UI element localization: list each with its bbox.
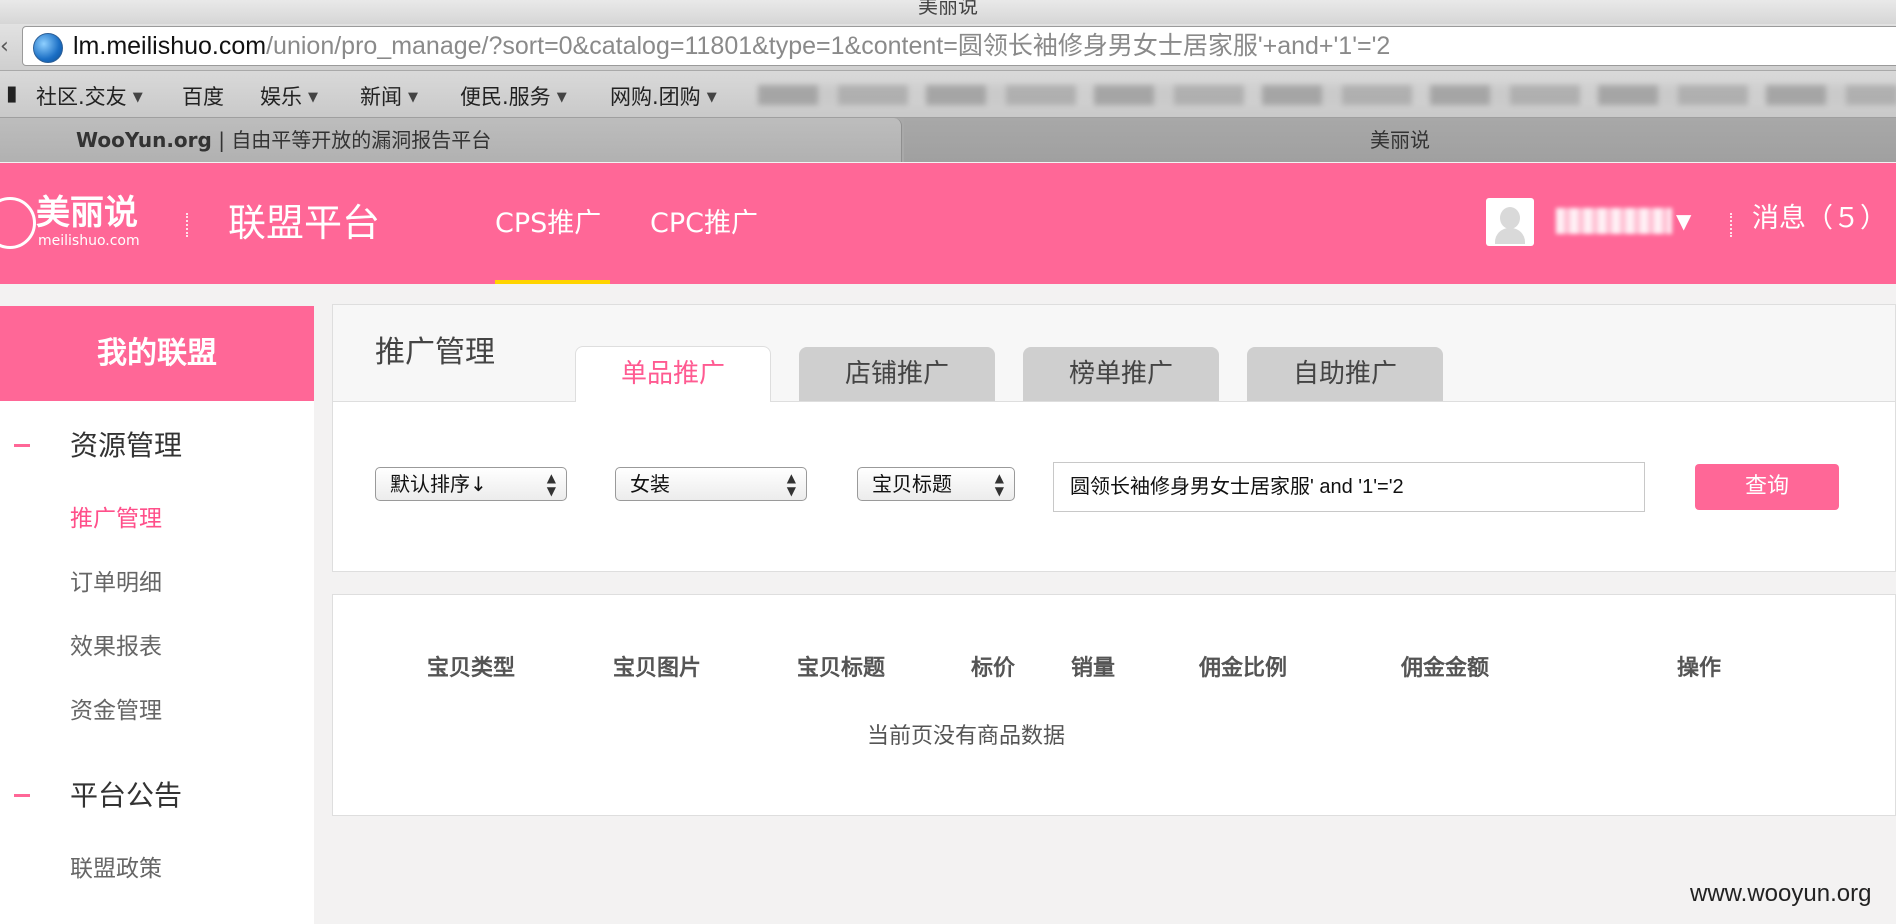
bookmark-news[interactable]: 新闻 ▼	[360, 81, 418, 111]
url-text[interactable]: lm.meilishuo.com/union/pro_manage/?sort=…	[73, 31, 1390, 61]
address-bar[interactable]: lm.meilishuo.com/union/pro_manage/?sort=…	[22, 26, 1896, 66]
user-menu-caret-icon[interactable]: ▼	[1676, 209, 1691, 233]
select-arrows-icon: ▲ ▼	[994, 471, 1004, 498]
bookmark-label: 百度	[182, 85, 224, 109]
sidebar-item-funds[interactable]: 资金管理	[70, 696, 162, 726]
field-select[interactable]: 宝贝标题 ▲ ▼	[857, 467, 1015, 501]
select-arrows-icon: ▲ ▼	[786, 471, 796, 498]
column-header: 操作	[1677, 656, 1722, 681]
tab-self-service[interactable]: 自助推广	[1247, 347, 1443, 401]
avatar[interactable]	[1486, 198, 1534, 246]
browser-tab-meilishuo[interactable]: 美丽说	[904, 118, 1896, 162]
logo-domain: meilishuo.com	[38, 233, 140, 249]
flower-logo-icon	[0, 197, 36, 249]
bookmarks-bar: ▮ 社区.交友 ▼ 百度 娱乐 ▼ 新闻 ▼ 便民.服务 ▼ 网购.团购 ▼	[0, 71, 1896, 118]
tab-single-item[interactable]: 单品推广	[575, 346, 771, 402]
category-select-value: 女装	[630, 472, 670, 496]
sidebar-item-promotion[interactable]: 推广管理	[70, 504, 162, 534]
messages-link[interactable]: 消息（５）	[1752, 201, 1887, 237]
column-header: 佣金比例	[1199, 656, 1288, 681]
bookmark-label: 社区.交友	[36, 85, 127, 109]
nav-active-indicator	[495, 280, 610, 284]
column-header: 标价	[971, 656, 1016, 681]
collapse-icon	[14, 794, 30, 797]
logo-text: 美丽说	[36, 193, 138, 233]
window-title: 美丽说	[0, 0, 1896, 24]
sidebar-item-orders[interactable]: 订单明细	[70, 568, 162, 598]
column-header: 宝贝标题	[797, 656, 886, 681]
sidebar-item-policy[interactable]: 联盟政策	[70, 854, 162, 884]
search-input[interactable]: 圆领长袖修身男女士居家服' and '1'='2	[1053, 462, 1645, 512]
column-header: 宝贝类型	[427, 656, 516, 681]
avatar-body	[1495, 228, 1525, 244]
logo[interactable]: 美丽说 meilishuo.com	[0, 193, 150, 253]
tab-desc: 自由平等开放的漏洞报告平台	[231, 128, 492, 152]
sidebar-group-announcements[interactable]: 平台公告	[0, 776, 314, 816]
chevron-down-icon: ▼	[132, 90, 143, 105]
column-header: 宝贝图片	[613, 656, 702, 681]
sidebar: 我的联盟 资源管理 推广管理 订单明细 效果报表 资金管理 平台公告 联盟政策	[0, 306, 314, 924]
sort-select[interactable]: 默认排序↓ ▲ ▼	[375, 467, 567, 501]
bookmark-entertainment[interactable]: 娱乐 ▼	[260, 81, 318, 111]
chevron-down-icon: ▼	[706, 90, 717, 105]
chevron-down-icon: ▼	[308, 90, 318, 105]
watermark: www.wooyun.org	[1690, 880, 1872, 907]
username-blurred[interactable]	[1556, 208, 1672, 234]
results-table: 宝贝类型 宝贝图片 宝贝标题 标价 销量 佣金比例 佣金金额 操作 当前页没有商…	[332, 594, 1896, 816]
bookmark-edge-icon: ▮	[6, 81, 18, 105]
select-arrows-icon: ▲ ▼	[546, 471, 556, 498]
tab-ranking[interactable]: 榜单推广	[1023, 347, 1219, 401]
collapse-icon	[14, 444, 30, 447]
empty-state-message: 当前页没有商品数据	[867, 724, 1066, 749]
column-header: 销量	[1071, 656, 1116, 681]
page-title: 推广管理	[375, 335, 495, 370]
bookmark-label: 网购.团购	[610, 85, 701, 109]
globe-icon	[33, 33, 63, 63]
promotion-panel: 推广管理 单品推广 店铺推广 榜单推广 自助推广 默认排序↓ ▲ ▼ 女装 ▲ ▼ …	[332, 304, 1896, 572]
bookmark-label: 新闻	[360, 85, 402, 109]
tab-divider: |	[211, 128, 232, 152]
chevron-down-icon: ▼	[556, 90, 567, 105]
sort-select-value: 默认排序↓	[390, 472, 487, 496]
sidebar-group-resources[interactable]: 资源管理	[0, 426, 314, 466]
blurred-bookmarks	[758, 85, 1896, 105]
tab-shop[interactable]: 店铺推广	[799, 347, 995, 401]
header-divider	[186, 213, 190, 237]
url-host: lm.meilishuo.com	[73, 32, 267, 60]
sidebar-item-reports[interactable]: 效果报表	[70, 632, 162, 662]
bookmark-label: 娱乐	[260, 85, 302, 109]
bookmark-social[interactable]: 社区.交友 ▼	[36, 81, 143, 111]
avatar-head	[1500, 207, 1520, 229]
bookmark-label: 便民.服务	[460, 85, 551, 109]
tab-site: WooYun.org	[76, 128, 212, 152]
category-select[interactable]: 女装 ▲ ▼	[615, 467, 807, 501]
field-select-value: 宝贝标题	[872, 472, 952, 496]
browser-tab-wooyun[interactable]: WooYun.org | 自由平等开放的漏洞报告平台	[0, 118, 902, 162]
nav-cpc[interactable]: CPC推广	[650, 207, 758, 241]
site-header: 美丽说 meilishuo.com 联盟平台 CPS推广 CPC推广 ▼ 消息（…	[0, 163, 1896, 284]
chevron-down-icon: ▼	[408, 90, 418, 105]
back-arrow-icon[interactable]: ‹	[0, 32, 14, 62]
url-path: /union/pro_manage/?sort=0&catalog=11801&…	[266, 32, 1391, 60]
address-bar-row: ‹ lm.meilishuo.com/union/pro_manage/?sor…	[0, 24, 1896, 71]
panel-header: 推广管理 单品推广 店铺推广 榜单推广 自助推广	[333, 305, 1895, 402]
brand-title: 联盟平台	[228, 201, 381, 245]
browser-tab-strip: WooYun.org | 自由平等开放的漏洞报告平台 美丽说	[0, 118, 1896, 162]
nav-cps[interactable]: CPS推广	[495, 207, 601, 241]
bookmark-services[interactable]: 便民.服务 ▼	[460, 81, 567, 111]
query-button[interactable]: 查询	[1695, 464, 1839, 510]
bookmark-shopping[interactable]: 网购.团购 ▼	[610, 81, 717, 111]
bookmark-baidu[interactable]: 百度	[182, 81, 224, 111]
sidebar-group-label: 平台公告	[70, 779, 183, 812]
header-divider	[1730, 213, 1734, 237]
sidebar-group-label: 资源管理	[70, 429, 183, 462]
column-header: 佣金金额	[1401, 656, 1490, 681]
sidebar-title: 我的联盟	[0, 306, 314, 401]
